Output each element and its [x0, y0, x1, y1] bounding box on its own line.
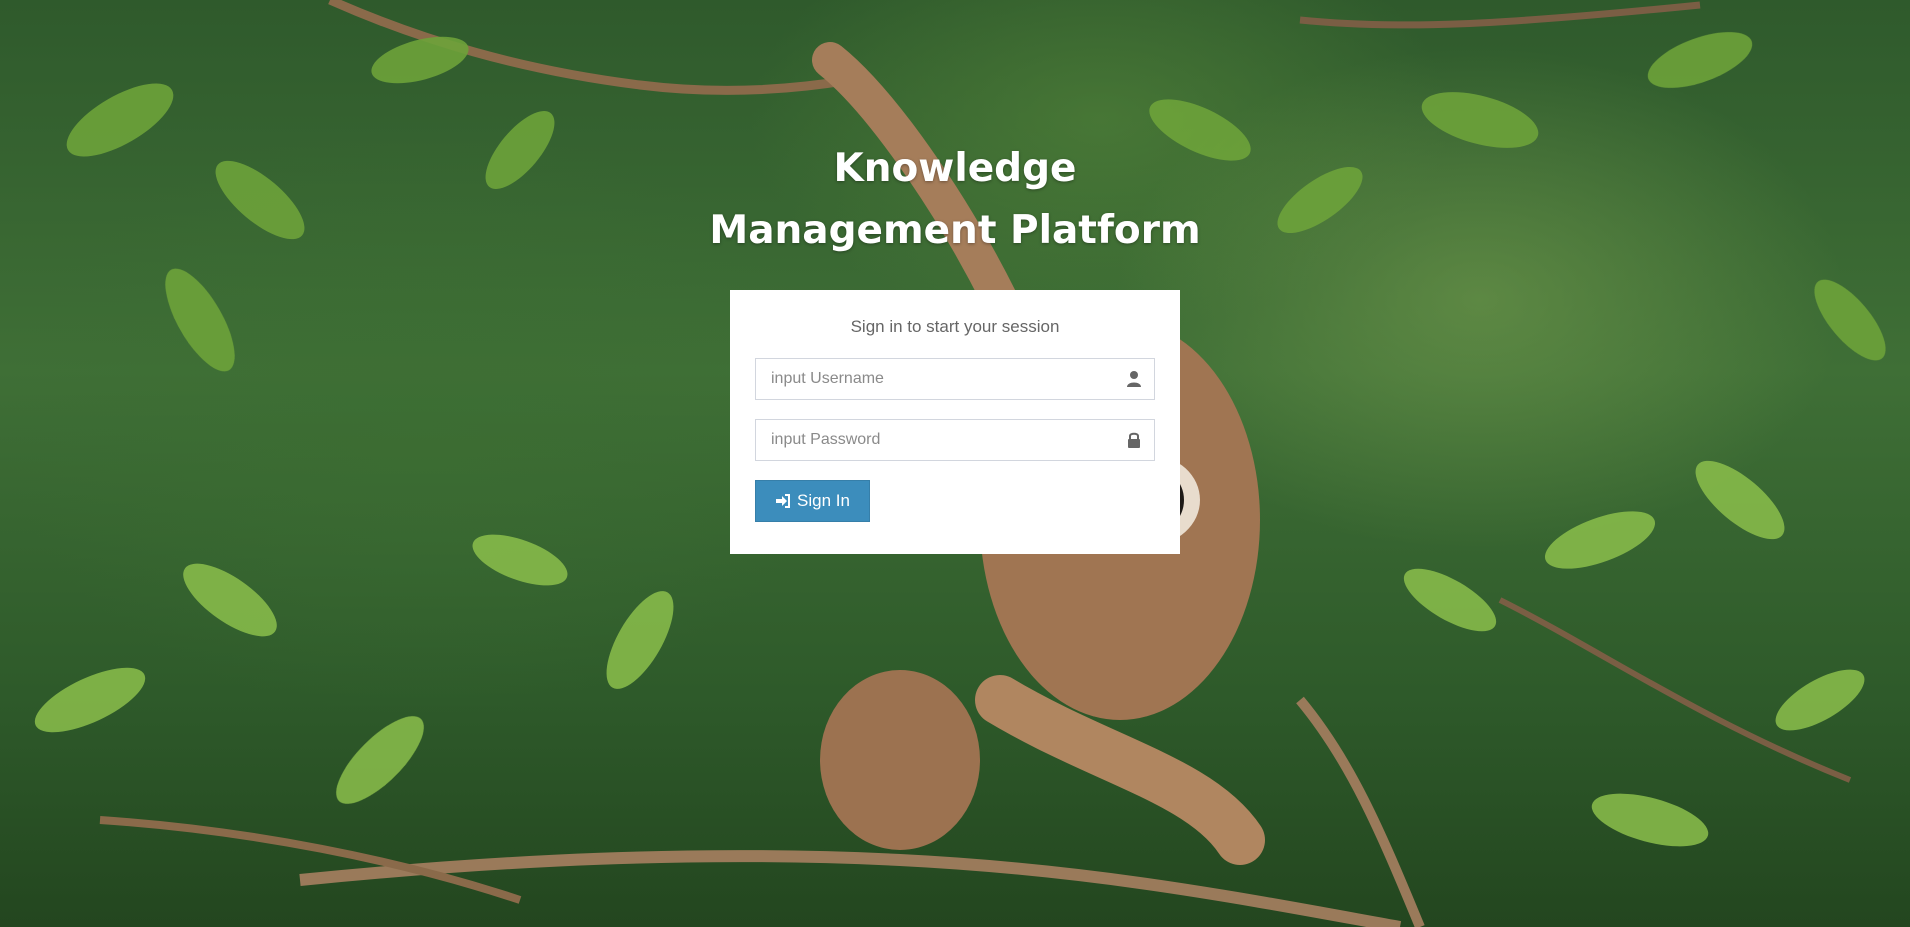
page-title-line2: Management Platform — [709, 208, 1201, 253]
user-icon — [1124, 369, 1144, 389]
login-box-message: Sign in to start your session — [850, 317, 1060, 336]
sign-in-icon — [775, 493, 791, 509]
sign-in-label: Sign In — [797, 491, 850, 510]
page-title: Knowledge Management Platform — [655, 138, 1255, 262]
lock-icon — [1124, 430, 1144, 450]
username-field — [755, 358, 1155, 400]
password-input[interactable] — [756, 420, 1154, 460]
username-input[interactable] — [756, 359, 1154, 399]
sign-in-button[interactable]: Sign In — [755, 480, 870, 522]
password-field — [755, 419, 1155, 461]
page-title-line1: Knowledge — [833, 146, 1077, 191]
login-box: Sign in to start your session Sign In — [730, 290, 1180, 554]
